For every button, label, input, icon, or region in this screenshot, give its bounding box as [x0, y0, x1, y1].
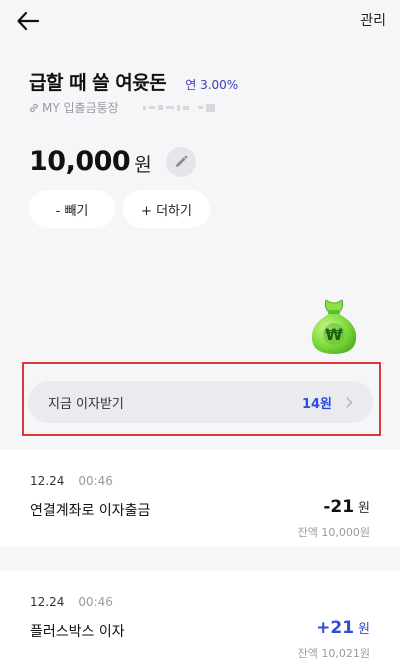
chevron-right-icon: [346, 396, 353, 408]
transaction-row[interactable]: 12.24 00:46 연결계좌로 이자출금 -21 원 잔액 10,000원: [0, 450, 400, 547]
transaction-balance: 잔액 10,000원: [297, 526, 370, 539]
transaction-amount: -21: [323, 497, 355, 517]
transaction-date: 12.24: [30, 474, 65, 488]
claim-interest-label: 지금 이자받기: [48, 396, 124, 412]
transaction-amount-row: -21 원: [323, 497, 370, 517]
transaction-row[interactable]: 12.24 00:46 플러스박스 이자 +21 원 잔액 10,021원: [0, 571, 400, 668]
transaction-datetime: 12.24 00:46: [30, 595, 113, 609]
transaction-date: 12.24: [30, 595, 65, 609]
transaction-time: 00:46: [78, 474, 113, 488]
transaction-datetime: 12.24 00:46: [30, 474, 113, 488]
money-bag-icon: ₩: [311, 299, 357, 354]
pencil-icon: [175, 155, 187, 167]
balance-amount: 10,000: [29, 146, 131, 177]
back-button[interactable]: [14, 8, 42, 34]
manage-button[interactable]: 관리: [360, 10, 386, 30]
edit-button[interactable]: [165, 146, 196, 177]
transaction-time: 00:46: [78, 595, 113, 609]
account-title-row: 급할 때 쓸 여윳돈 연 3.00%: [29, 68, 238, 95]
arrow-left-icon: [17, 12, 39, 30]
transaction-balance: 잔액 10,021원: [297, 647, 370, 660]
balance-row: 10,000 원: [29, 146, 196, 177]
balance-currency: 원: [134, 153, 152, 176]
deposit-button[interactable]: + 더하기: [123, 190, 210, 228]
transaction-currency: 원: [358, 501, 370, 516]
transaction-title: 연결계좌로 이자출금: [30, 503, 151, 519]
svg-text:₩: ₩: [325, 325, 343, 344]
masked-account-number: [142, 103, 215, 112]
withdraw-button[interactable]: - 빼기: [29, 190, 115, 228]
account-title: 급할 때 쓸 여윳돈: [29, 72, 167, 94]
linked-account-label: MY 입출금통장: [42, 101, 119, 115]
transaction-currency: 원: [358, 622, 370, 637]
transaction-amount-row: +21 원: [316, 618, 370, 638]
claim-interest-amount: 14원: [301, 396, 332, 412]
transaction-title: 플러스박스 이자: [30, 624, 125, 640]
linked-account-row: MY 입출금통장: [29, 99, 215, 116]
link-icon: [29, 103, 39, 113]
claim-interest-button[interactable]: 지금 이자받기 14원: [28, 381, 373, 423]
transaction-amount: +21: [316, 618, 355, 638]
interest-rate: 연 3.00%: [185, 78, 239, 92]
